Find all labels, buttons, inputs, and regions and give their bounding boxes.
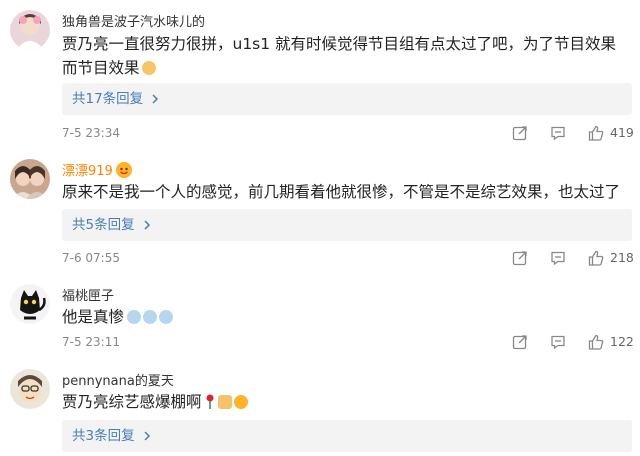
chevron-right-icon [144,431,150,441]
comment-item: 独角兽是波子汽水味儿的 贾乃亮一直很努力很拼，u1s1 就有时候觉得节目组有点太… [0,0,640,150]
view-replies-button[interactable]: 共17条回复 [62,83,632,115]
avatar[interactable] [10,284,50,324]
thumbs-up-icon[interactable] [588,250,604,266]
comment-icon[interactable] [550,334,566,350]
crying-emoji-icon [159,310,174,324]
cat-emoji-icon [141,61,156,75]
share-icon[interactable] [512,250,528,266]
comment-text: 他是真惨 [62,305,622,329]
thumbs-up-emoji-icon [217,395,232,409]
username[interactable]: pennynana的夏天 [62,370,174,389]
thumbs-up-icon[interactable] [588,334,604,350]
chevron-right-icon [152,94,159,104]
comment-icon[interactable] [550,250,566,266]
comment-text-content: 原来不是我一个人的感觉，前几期看着他就很惨，不管是不是综艺效果，也太过了 [62,183,621,201]
comment-meta: 7-6 07:55 218 [62,248,634,268]
crying-emoji-icon [127,310,142,324]
timestamp: 7-6 07:55 [62,251,120,265]
timestamp: 7-5 23:34 [62,126,120,140]
laughing-emoji-icon [233,395,248,409]
vip-badge-icon [115,162,132,178]
share-icon[interactable] [512,125,528,141]
timestamp: 7-5 23:11 [62,335,120,349]
comment-meta: 7-5 23:34 419 [62,123,634,143]
reply-count: 共17条回复 [72,91,144,107]
avatar[interactable] [10,159,50,199]
like-count: 218 [610,250,634,265]
comment-item: 漂漂919 原来不是我一个人的感觉，前几期看着他就很惨，不管是不是综艺效果，也太… [0,150,640,275]
comment-item: pennynana的夏天 贾乃亮综艺感爆棚啊 共3条回复 [0,360,640,456]
comment-text: 贾乃亮综艺感爆棚啊 [62,390,622,414]
username-text: 漂漂919 [62,164,113,179]
share-icon[interactable] [512,334,528,350]
like-count: 419 [610,125,634,140]
comment-meta: 7-5 23:11 122 [62,332,634,352]
avatar[interactable] [10,10,50,50]
comment-text-content: 贾乃亮综艺感爆棚啊 [62,393,202,411]
reply-count: 共3条回复 [72,428,135,444]
rose-icon [206,394,214,409]
avatar[interactable] [10,369,50,409]
comment-icon[interactable] [550,125,566,141]
view-replies-button[interactable]: 共3条回复 [62,420,632,452]
like-count: 122 [610,334,634,349]
username[interactable]: 独角兽是波子汽水味儿的 [62,11,205,30]
view-replies-button[interactable]: 共5条回复 [62,209,632,241]
username[interactable]: 福桃匣子 [62,285,114,304]
username[interactable]: 漂漂919 [62,160,132,179]
crying-emoji-icon [143,310,158,324]
reply-count: 共5条回复 [72,217,135,233]
comment-text: 贾乃亮一直很努力很拼，u1s1 就有时候觉得节目组有点太过了吧，为了节目效果而节… [62,32,622,80]
comment-text-content: 他是真惨 [62,308,125,326]
chevron-right-icon [144,220,150,230]
thumbs-up-icon[interactable] [588,125,604,141]
comment-item: 福桃匣子 他是真惨 7-5 23:11 122 [0,275,640,360]
